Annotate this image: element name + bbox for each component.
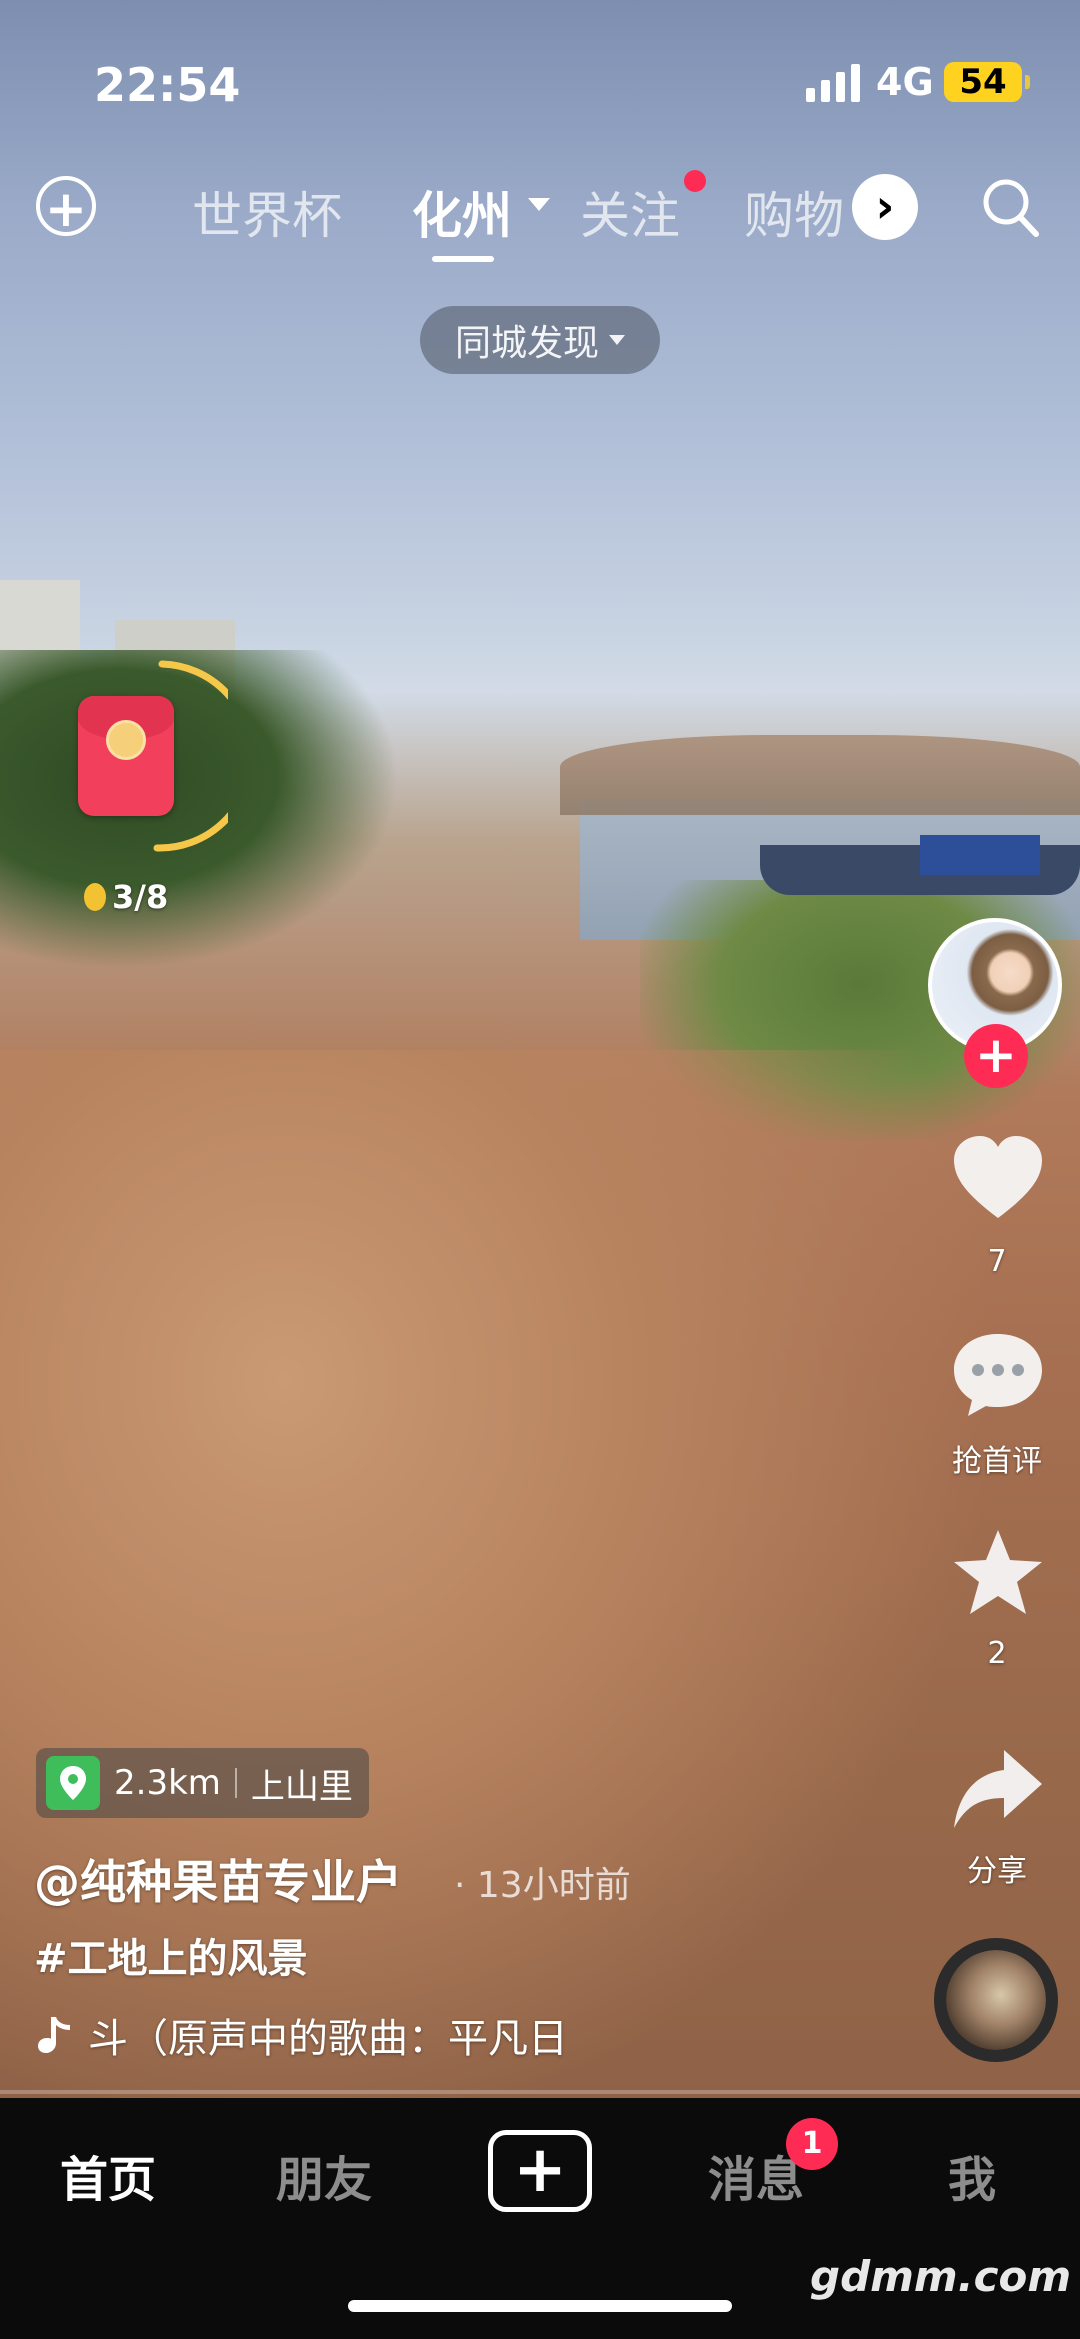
chevron-down-icon xyxy=(609,335,625,345)
tab-local-city[interactable]: 化州 xyxy=(412,176,512,248)
follow-button[interactable]: + xyxy=(964,1024,1028,1088)
battery-icon: 54 xyxy=(944,62,1030,102)
notification-dot xyxy=(684,170,706,192)
favorite-count: 2 xyxy=(987,1636,1007,1671)
nav-me[interactable]: 我 xyxy=(948,2140,996,2210)
author-name[interactable]: @纯种果苗专业户 xyxy=(34,1846,402,1912)
boat-cabin xyxy=(920,835,1040,875)
heart-icon[interactable] xyxy=(950,1134,1046,1224)
city-discovery-filter[interactable]: 同城发现 xyxy=(420,306,660,374)
music-info[interactable]: 斗（原声中的歌曲：平凡日 xyxy=(36,2006,568,2064)
red-packet-button[interactable] xyxy=(78,696,174,816)
network-type: 4G xyxy=(876,60,934,104)
red-packet-progress-text: 3/8 xyxy=(112,878,169,916)
divider xyxy=(234,1768,237,1798)
comment-icon[interactable] xyxy=(950,1330,1046,1420)
message-badge: 1 xyxy=(786,2118,838,2170)
star-icon[interactable] xyxy=(950,1526,1046,1616)
watermark: gdmm.com xyxy=(810,2252,1072,2301)
location-pin-icon xyxy=(46,1756,100,1810)
post-time: · 13小时前 xyxy=(454,1865,631,1906)
add-circle-button[interactable]: + xyxy=(36,176,96,238)
music-note-icon xyxy=(38,2017,70,2053)
tab-following[interactable]: 关注 xyxy=(580,176,680,248)
like-count: 7 xyxy=(987,1244,1007,1279)
location-tag[interactable]: 2.3km 上山里 xyxy=(36,1748,369,1818)
tab-shopping[interactable]: 购物 xyxy=(744,176,844,248)
home-indicator[interactable] xyxy=(348,2300,732,2312)
far-hill xyxy=(560,735,1080,815)
comment-label: 抢首评 xyxy=(952,1444,1042,1479)
tab-world-cup[interactable]: 世界杯 xyxy=(192,176,342,248)
location-place: 上山里 xyxy=(250,1766,353,1807)
search-icon[interactable] xyxy=(980,176,1040,240)
create-button[interactable]: + xyxy=(488,2130,592,2212)
video-hashtag[interactable]: #工地上的风景 xyxy=(34,1926,308,1984)
nav-friends[interactable]: 朋友 xyxy=(276,2140,372,2210)
video-progress-bar[interactable] xyxy=(0,2090,1080,2094)
share-icon[interactable] xyxy=(950,1744,1046,1834)
gold-egg-icon xyxy=(84,883,106,911)
chevron-down-icon[interactable] xyxy=(528,198,550,211)
more-tabs-button[interactable]: › xyxy=(852,174,918,240)
city-discovery-label: 同城发现 xyxy=(454,323,599,364)
music-disc[interactable] xyxy=(934,1938,1058,2062)
gold-coin-icon xyxy=(106,720,146,760)
share-label: 分享 xyxy=(967,1854,1027,1889)
nav-home[interactable]: 首页 xyxy=(60,2140,156,2210)
status-time: 22:54 xyxy=(94,58,241,112)
signal-icon xyxy=(806,62,860,102)
active-tab-indicator xyxy=(432,256,494,262)
red-packet-progress: 3/8 xyxy=(84,878,168,916)
location-distance: 2.3km xyxy=(114,1763,221,1803)
music-title: 斗（原声中的歌曲：平凡日 xyxy=(88,2016,568,2062)
